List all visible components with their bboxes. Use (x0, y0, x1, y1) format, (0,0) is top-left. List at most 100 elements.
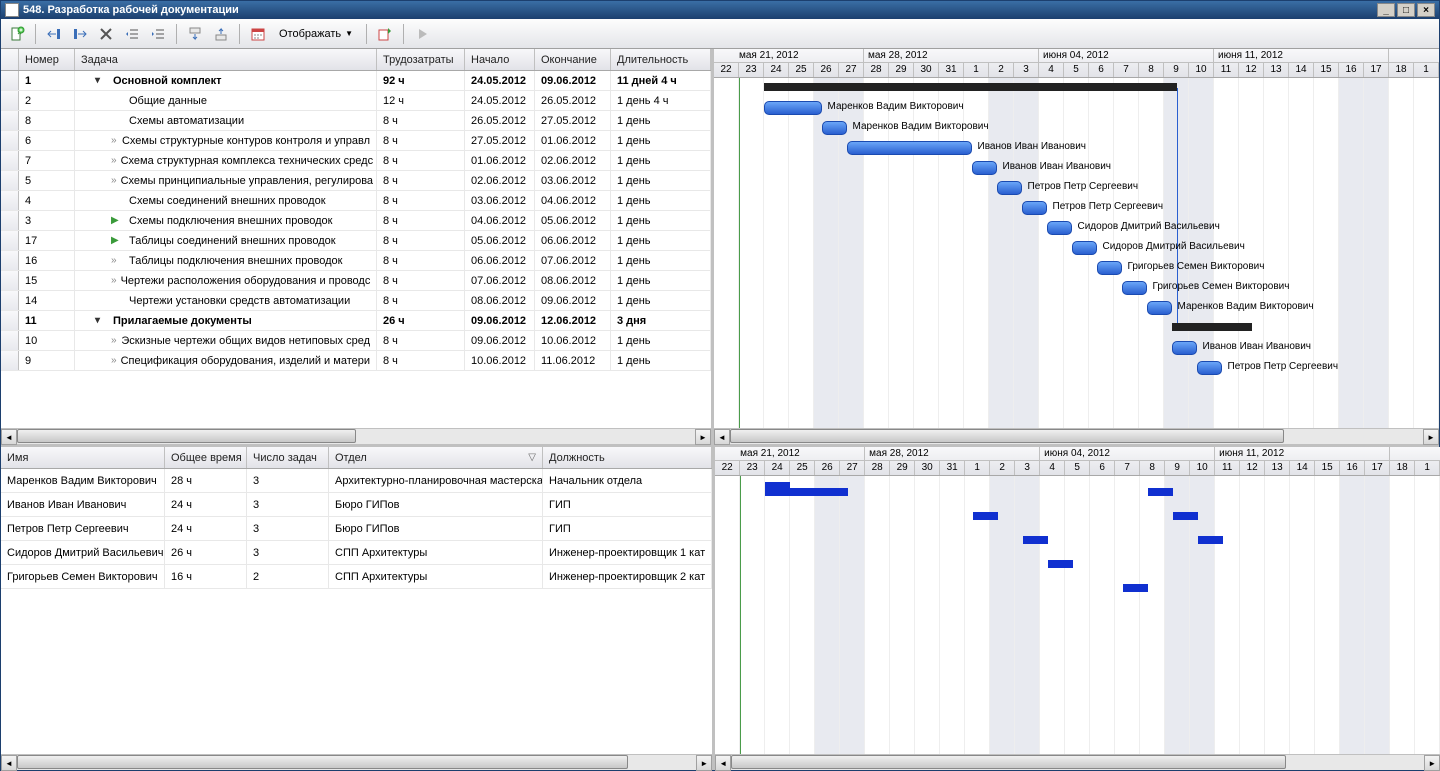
gantt-bar[interactable] (972, 161, 997, 175)
resource-load-bar[interactable] (1173, 512, 1198, 520)
minimize-button[interactable]: _ (1377, 3, 1395, 17)
resource-load-bar[interactable] (823, 488, 848, 496)
resource-load-bar[interactable] (1023, 536, 1048, 544)
task-grid-body[interactable]: 1▾Основной комплект92 ч24.05.201209.06.2… (1, 71, 711, 428)
resource-timeline-hscroll[interactable]: ◄ ► (715, 754, 1440, 770)
day-label: 8 (1140, 461, 1165, 475)
col-end[interactable]: Окончание (535, 49, 611, 70)
resource-load-bar[interactable] (1148, 488, 1173, 496)
new-doc-button[interactable] (5, 23, 29, 45)
scroll-right-button[interactable]: ► (1423, 429, 1439, 445)
scroll-left-button[interactable]: ◄ (1, 429, 17, 445)
resource-grid-body[interactable]: Маренков Вадим Викторович28 ч3Архитектур… (1, 469, 712, 754)
gantt-bar[interactable] (1122, 281, 1147, 295)
close-button[interactable]: × (1417, 3, 1435, 17)
task-row[interactable]: 16»Таблицы подключения внешних проводок8… (1, 251, 711, 271)
task-hscroll[interactable]: ◄ ► (1, 428, 711, 444)
task-row[interactable]: 15»Чертежи расположения оборудования и п… (1, 271, 711, 291)
task-row[interactable]: 4Схемы соединений внешних проводок8 ч03.… (1, 191, 711, 211)
gantt-bar[interactable] (847, 141, 972, 155)
day-label: 1 (1415, 461, 1440, 475)
gantt-bar[interactable] (1197, 361, 1222, 375)
scroll-right-button[interactable]: ► (696, 755, 712, 771)
resource-load-bar[interactable] (1198, 536, 1223, 544)
scroll-right-button[interactable]: ► (1424, 755, 1440, 771)
outdent-button[interactable] (120, 23, 144, 45)
scroll-left-button[interactable]: ◄ (714, 429, 730, 445)
task-row[interactable]: 6»Схемы структурные контуров контроля и … (1, 131, 711, 151)
task-row[interactable]: 2Общие данные12 ч24.05.201226.05.20121 д… (1, 91, 711, 111)
task-row[interactable]: 1▾Основной комплект92 ч24.05.201209.06.2… (1, 71, 711, 91)
task-row[interactable]: 14Чертежи установки средств автоматизаци… (1, 291, 711, 311)
scroll-left-button[interactable]: ◄ (715, 755, 731, 771)
col-effort[interactable]: Трудозатраты (377, 49, 465, 70)
col-name[interactable]: Имя (1, 447, 165, 468)
indent-right-button[interactable] (68, 23, 92, 45)
resource-row[interactable]: Иванов Иван Иванович24 ч3Бюро ГИПовГИП (1, 493, 712, 517)
display-dropdown[interactable]: Отображать ▼ (272, 23, 360, 45)
day-label: 2 (990, 461, 1015, 475)
resource-load-bar[interactable] (765, 482, 790, 496)
col-task[interactable]: Задача (75, 49, 377, 70)
delete-button[interactable] (94, 23, 118, 45)
scroll-left-button[interactable]: ◄ (1, 755, 17, 771)
gantt-body[interactable]: Маренков Вадим ВикторовичМаренков Вадим … (714, 78, 1439, 428)
task-row[interactable]: 17▶Таблицы соединений внешних проводок8 … (1, 231, 711, 251)
col-total[interactable]: Общее время (165, 447, 247, 468)
resource-row[interactable]: Петров Петр Сергеевич24 ч3Бюро ГИПовГИП (1, 517, 712, 541)
month-label: июня 11, 2012 (1215, 447, 1390, 460)
gantt-bar[interactable] (1147, 301, 1172, 315)
col-number[interactable]: Номер (19, 49, 75, 70)
col-dept[interactable]: Отдел ▽ (329, 447, 543, 468)
filter-icon[interactable]: ▽ (528, 452, 536, 463)
day-label: 31 (939, 63, 964, 77)
col-count[interactable]: Число задач (247, 447, 329, 468)
move-up-button[interactable] (209, 23, 233, 45)
gantt-bar[interactable] (764, 101, 822, 115)
gantt-summary-bar[interactable] (1172, 323, 1252, 331)
day-label: 30 (914, 63, 939, 77)
task-row[interactable]: 11▾Прилагаемые документы26 ч09.06.201212… (1, 311, 711, 331)
row-indicator-header[interactable] (1, 49, 19, 70)
resource-load-bar[interactable] (1123, 584, 1148, 592)
gantt-bar[interactable] (1172, 341, 1197, 355)
indent-button[interactable] (146, 23, 170, 45)
task-row[interactable]: 8Схемы автоматизации8 ч26.05.201227.05.2… (1, 111, 711, 131)
gantt-bar[interactable] (1047, 221, 1072, 235)
col-duration[interactable]: Длительность (611, 49, 711, 70)
gantt-summary-bar[interactable] (764, 83, 1177, 91)
gantt-bar[interactable] (1072, 241, 1097, 255)
resource-hscroll[interactable]: ◄ ► (1, 754, 712, 770)
task-row[interactable]: 7»Схема структурная комплекса технически… (1, 151, 711, 171)
play-button[interactable] (410, 23, 434, 45)
col-position[interactable]: Должность (543, 447, 712, 468)
day-label: 13 (1264, 63, 1289, 77)
gantt-bar[interactable] (1097, 261, 1122, 275)
gantt-bar[interactable] (997, 181, 1022, 195)
task-row[interactable]: 5»Схемы принципиальные управления, регул… (1, 171, 711, 191)
task-row[interactable]: 3▶Схемы подключения внешних проводок8 ч0… (1, 211, 711, 231)
day-label: 27 (840, 461, 865, 475)
day-label: 18 (1389, 63, 1414, 77)
col-start[interactable]: Начало (465, 49, 535, 70)
gantt-bar[interactable] (822, 121, 847, 135)
move-down-button[interactable] (183, 23, 207, 45)
resource-row[interactable]: Григорьев Семен Викторович16 ч2СПП Архит… (1, 565, 712, 589)
resource-row[interactable]: Сидоров Дмитрий Васильевич26 ч3СПП Архит… (1, 541, 712, 565)
day-label: 6 (1089, 63, 1114, 77)
scroll-right-button[interactable]: ► (695, 429, 711, 445)
resource-load-bar[interactable] (790, 488, 823, 496)
indent-left-button[interactable] (42, 23, 66, 45)
resource-row[interactable]: Маренков Вадим Викторович28 ч3Архитектур… (1, 469, 712, 493)
titlebar[interactable]: 548. Разработка рабочей документации _ □… (1, 1, 1439, 19)
task-row[interactable]: 9»Спецификация оборудования, изделий и м… (1, 351, 711, 371)
maximize-button[interactable]: □ (1397, 3, 1415, 17)
task-row[interactable]: 10»Эскизные чертежи общих видов нетиповы… (1, 331, 711, 351)
resource-timeline-body[interactable] (715, 476, 1440, 754)
gantt-bar[interactable] (1022, 201, 1047, 215)
calendar-button[interactable] (246, 23, 270, 45)
gantt-hscroll[interactable]: ◄ ► (714, 428, 1439, 444)
export-button[interactable] (373, 23, 397, 45)
resource-load-bar[interactable] (973, 512, 998, 520)
resource-load-bar[interactable] (1048, 560, 1073, 568)
